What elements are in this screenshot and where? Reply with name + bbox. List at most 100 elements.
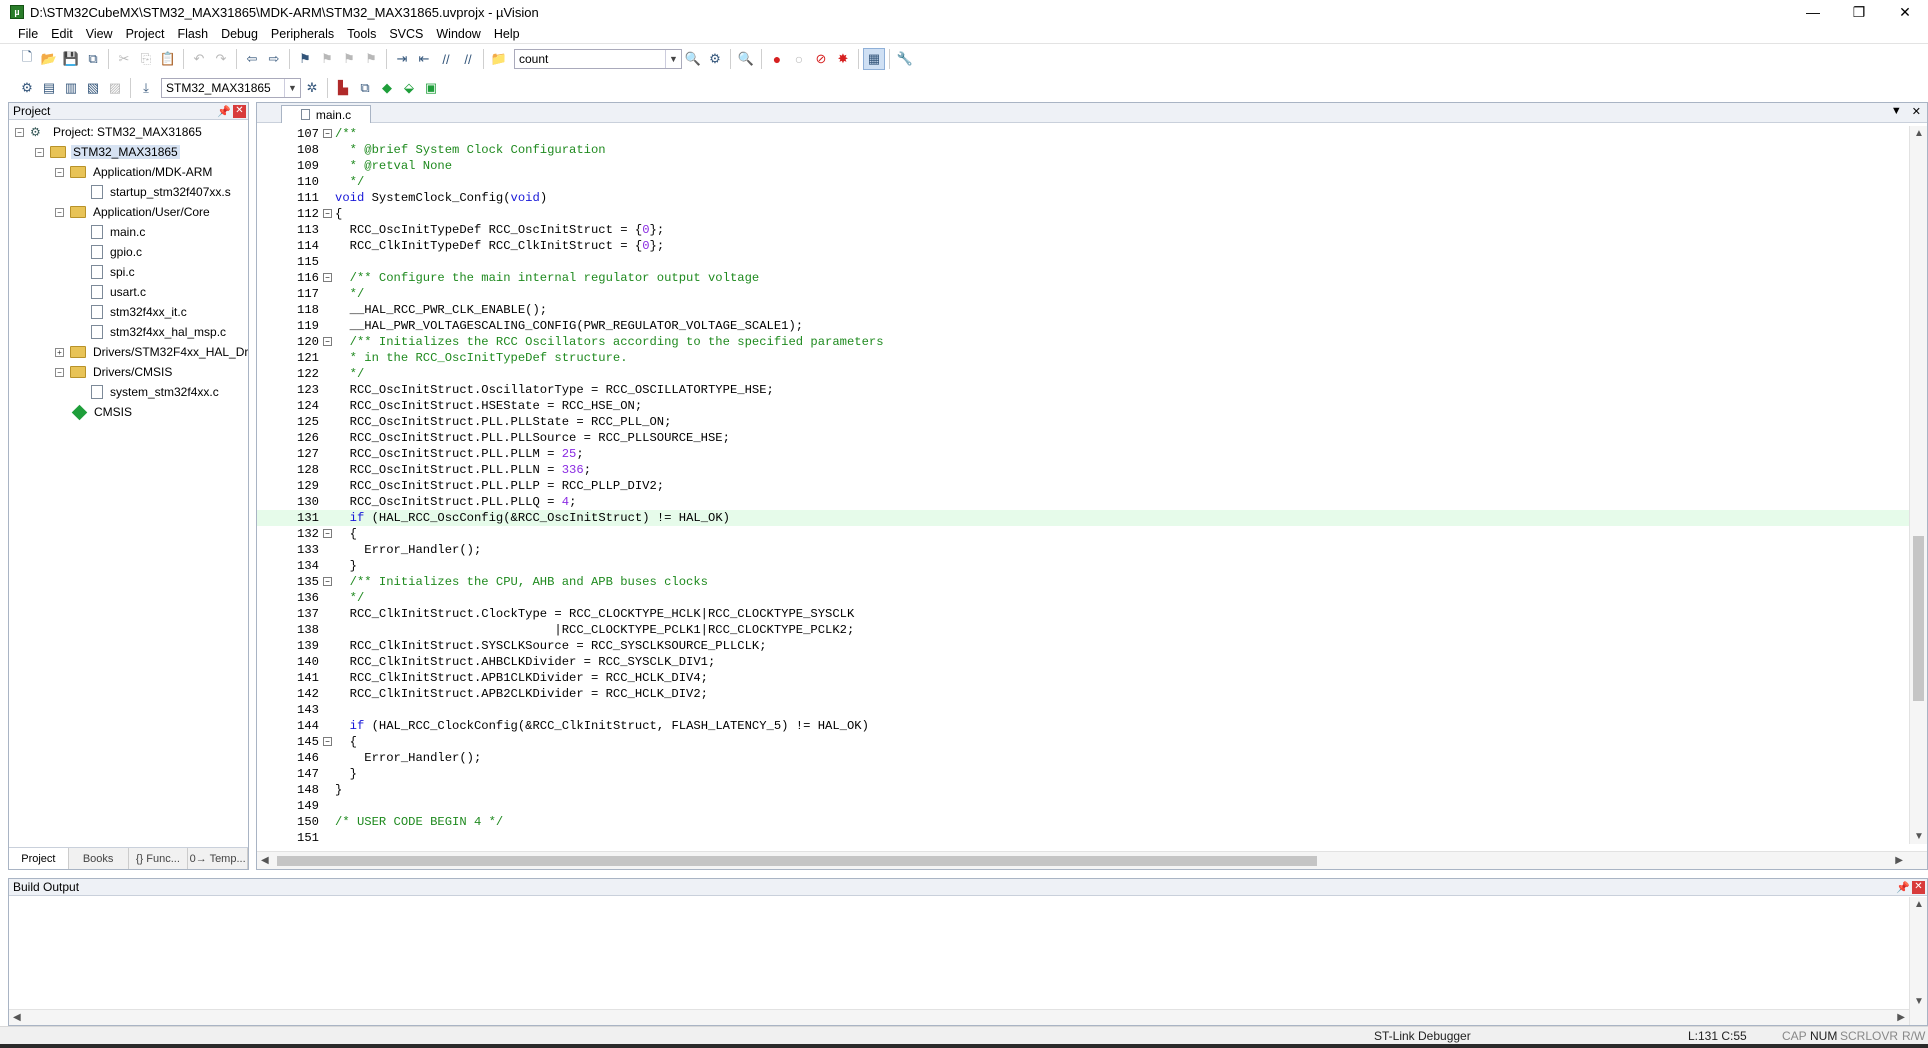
code-line[interactable]: 133 Error_Handler(); xyxy=(257,542,1909,558)
build-output-text[interactable] xyxy=(9,897,1909,1009)
code-line[interactable]: 107−/** xyxy=(257,126,1909,142)
tree-node-target[interactable]: − STM32_MAX31865 xyxy=(35,142,180,162)
code-line[interactable]: 113 RCC_OscInitTypeDef RCC_OscInitStruct… xyxy=(257,222,1909,238)
code-line[interactable]: 138 |RCC_CLOCKTYPE_PCLK1|RCC_CLOCKTYPE_P… xyxy=(257,622,1909,638)
breakpoint-insert-icon[interactable]: ● xyxy=(766,48,788,70)
code-line[interactable]: 132− { xyxy=(257,526,1909,542)
select-software-packs-icon[interactable]: ⬙ xyxy=(398,77,420,99)
debug-session-icon[interactable]: 🔍 xyxy=(735,48,757,70)
configure-icon[interactable]: 🔧 xyxy=(894,48,916,70)
find-in-files-icon[interactable]: 📁 xyxy=(488,48,510,70)
code-line[interactable]: 119 __HAL_PWR_VOLTAGESCALING_CONFIG(PWR_… xyxy=(257,318,1909,334)
vertical-scrollbar[interactable]: ▲ ▼ xyxy=(1909,897,1927,1025)
bookmark-next-icon[interactable]: ⚑ xyxy=(338,48,360,70)
new-file-icon[interactable]: 🗋 xyxy=(16,48,38,70)
tree-node-component[interactable]: CMSIS xyxy=(71,402,134,422)
tree-node-file[interactable]: gpio.c xyxy=(91,242,144,262)
tree-node-group[interactable]: + Drivers/STM32F4xx_HAL_Driver xyxy=(55,342,248,362)
tree-node-file[interactable]: usart.c xyxy=(91,282,148,302)
fold-toggle-icon[interactable]: − xyxy=(323,273,332,282)
code-line[interactable]: 110 */ xyxy=(257,174,1909,190)
tab-list-icon[interactable]: ▼ xyxy=(1891,105,1902,118)
fold-toggle-icon[interactable]: − xyxy=(323,737,332,746)
code-line[interactable]: 136 */ xyxy=(257,590,1909,606)
code-line[interactable]: 145− { xyxy=(257,734,1909,750)
menu-svcs[interactable]: SVCS xyxy=(385,27,432,41)
collapse-icon[interactable]: − xyxy=(35,147,44,157)
code-line[interactable]: 140 RCC_ClkInitStruct.AHBCLKDivider = RC… xyxy=(257,654,1909,670)
code-line[interactable]: 123 RCC_OscInitStruct.OscillatorType = R… xyxy=(257,382,1909,398)
code-line[interactable]: 139 RCC_ClkInitStruct.SYSCLKSource = RCC… xyxy=(257,638,1909,654)
restore-button[interactable]: ❐ xyxy=(1836,0,1882,24)
code-line[interactable]: 143 xyxy=(257,702,1909,718)
fold-toggle-icon[interactable]: − xyxy=(323,129,332,138)
tree-node-file[interactable]: stm32f4xx_hal_msp.c xyxy=(91,322,228,342)
breakpoint-disable-all-icon[interactable]: ⊘ xyxy=(810,48,832,70)
scroll-down-icon[interactable]: ▼ xyxy=(1914,996,1924,1007)
tree-node-file[interactable]: system_stm32f4xx.c xyxy=(91,382,221,402)
fold-toggle-icon[interactable]: − xyxy=(323,577,332,586)
menu-peripherals[interactable]: Peripherals xyxy=(267,27,343,41)
scroll-up-icon[interactable]: ▲ xyxy=(1914,128,1924,139)
code-line[interactable]: 114 RCC_ClkInitTypeDef RCC_ClkInitStruct… xyxy=(257,238,1909,254)
code-line[interactable]: 149 xyxy=(257,798,1909,814)
tab-templates[interactable]: 0→ Temp... xyxy=(188,848,248,869)
tab-main-c[interactable]: main.c xyxy=(281,105,371,123)
pack-installer-icon[interactable]: ▣ xyxy=(420,77,442,99)
code-line[interactable]: 129 RCC_OscInitStruct.PLL.PLLP = RCC_PLL… xyxy=(257,478,1909,494)
code-line[interactable]: 141 RCC_ClkInitStruct.APB1CLKDivider = R… xyxy=(257,670,1909,686)
code-line[interactable]: 109 * @retval None xyxy=(257,158,1909,174)
indent-icon[interactable]: ⇥ xyxy=(391,48,413,70)
scroll-down-icon[interactable]: ▼ xyxy=(1914,831,1924,842)
close-icon[interactable]: ✕ xyxy=(1912,105,1921,118)
close-icon[interactable]: ✕ xyxy=(1912,880,1925,894)
code-line[interactable]: 146 Error_Handler(); xyxy=(257,750,1909,766)
menu-debug[interactable]: Debug xyxy=(217,27,267,41)
scroll-left-icon[interactable]: ◀ xyxy=(13,1012,21,1023)
save-all-icon[interactable]: ⧉ xyxy=(82,48,104,70)
code-line[interactable]: 148} xyxy=(257,782,1909,798)
tree-node-project-root[interactable]: − ⚙ Project: STM32_MAX31865 xyxy=(15,122,204,142)
collapse-icon[interactable]: − xyxy=(55,207,64,217)
expand-icon[interactable]: + xyxy=(55,347,64,357)
fold-toggle-icon[interactable]: − xyxy=(323,209,332,218)
pin-icon[interactable]: 📌 xyxy=(1896,881,1910,894)
find-combo[interactable]: count ▼ xyxy=(514,49,682,69)
code-line[interactable]: 151 xyxy=(257,830,1909,844)
code-line[interactable]: 144 if (HAL_RCC_ClockConfig(&RCC_ClkInit… xyxy=(257,718,1909,734)
scroll-up-icon[interactable]: ▲ xyxy=(1914,899,1924,910)
rebuild-icon[interactable]: ▥ xyxy=(60,77,82,99)
code-line[interactable]: 116− /** Configure the main internal reg… xyxy=(257,270,1909,286)
menu-help[interactable]: Help xyxy=(490,27,529,41)
bookmark-prev-icon[interactable]: ⚑ xyxy=(316,48,338,70)
bookmark-toggle-icon[interactable]: ⚑ xyxy=(294,48,316,70)
bookmark-clear-icon[interactable]: ⚑ xyxy=(360,48,382,70)
redo-icon[interactable]: ↷ xyxy=(210,48,232,70)
find-replace-icon[interactable]: ⚙ xyxy=(704,48,726,70)
code-line[interactable]: 130 RCC_OscInitStruct.PLL.PLLQ = 4; xyxy=(257,494,1909,510)
open-file-icon[interactable]: 📂 xyxy=(38,48,60,70)
code-line[interactable]: 121 * in the RCC_OscInitTypeDef structur… xyxy=(257,350,1909,366)
uncomment-icon[interactable]: // xyxy=(457,48,479,70)
code-line[interactable]: 128 RCC_OscInitStruct.PLL.PLLN = 336; xyxy=(257,462,1909,478)
code-area[interactable]: 107−/** 108 * @brief System Clock Configu… xyxy=(257,126,1909,844)
build-icon[interactable]: ▤ xyxy=(38,77,60,99)
scrollbar-thumb[interactable] xyxy=(277,856,1317,866)
code-line[interactable]: 115 xyxy=(257,254,1909,270)
menu-edit[interactable]: Edit xyxy=(47,27,82,41)
paste-icon[interactable]: 📋 xyxy=(157,48,179,70)
code-line[interactable]: 124 RCC_OscInitStruct.HSEState = RCC_HSE… xyxy=(257,398,1909,414)
incremental-find-icon[interactable]: 🔍 xyxy=(682,48,704,70)
scroll-left-icon[interactable]: ◀ xyxy=(261,855,269,866)
scroll-right-icon[interactable]: ▶ xyxy=(1895,855,1903,866)
menu-tools[interactable]: Tools xyxy=(343,27,385,41)
comment-icon[interactable]: // xyxy=(435,48,457,70)
tree-node-file[interactable]: stm32f4xx_it.c xyxy=(91,302,189,322)
code-line[interactable]: 112−{ xyxy=(257,206,1909,222)
fold-toggle-icon[interactable]: − xyxy=(323,337,332,346)
chevron-down-icon[interactable]: ▼ xyxy=(284,79,300,97)
chevron-down-icon[interactable]: ▼ xyxy=(665,50,681,68)
code-line[interactable]: 111 void SystemClock_Config(void) xyxy=(257,190,1909,206)
breakpoint-kill-all-icon[interactable]: ✸ xyxy=(832,48,854,70)
close-button[interactable]: ✕ xyxy=(1882,0,1928,24)
